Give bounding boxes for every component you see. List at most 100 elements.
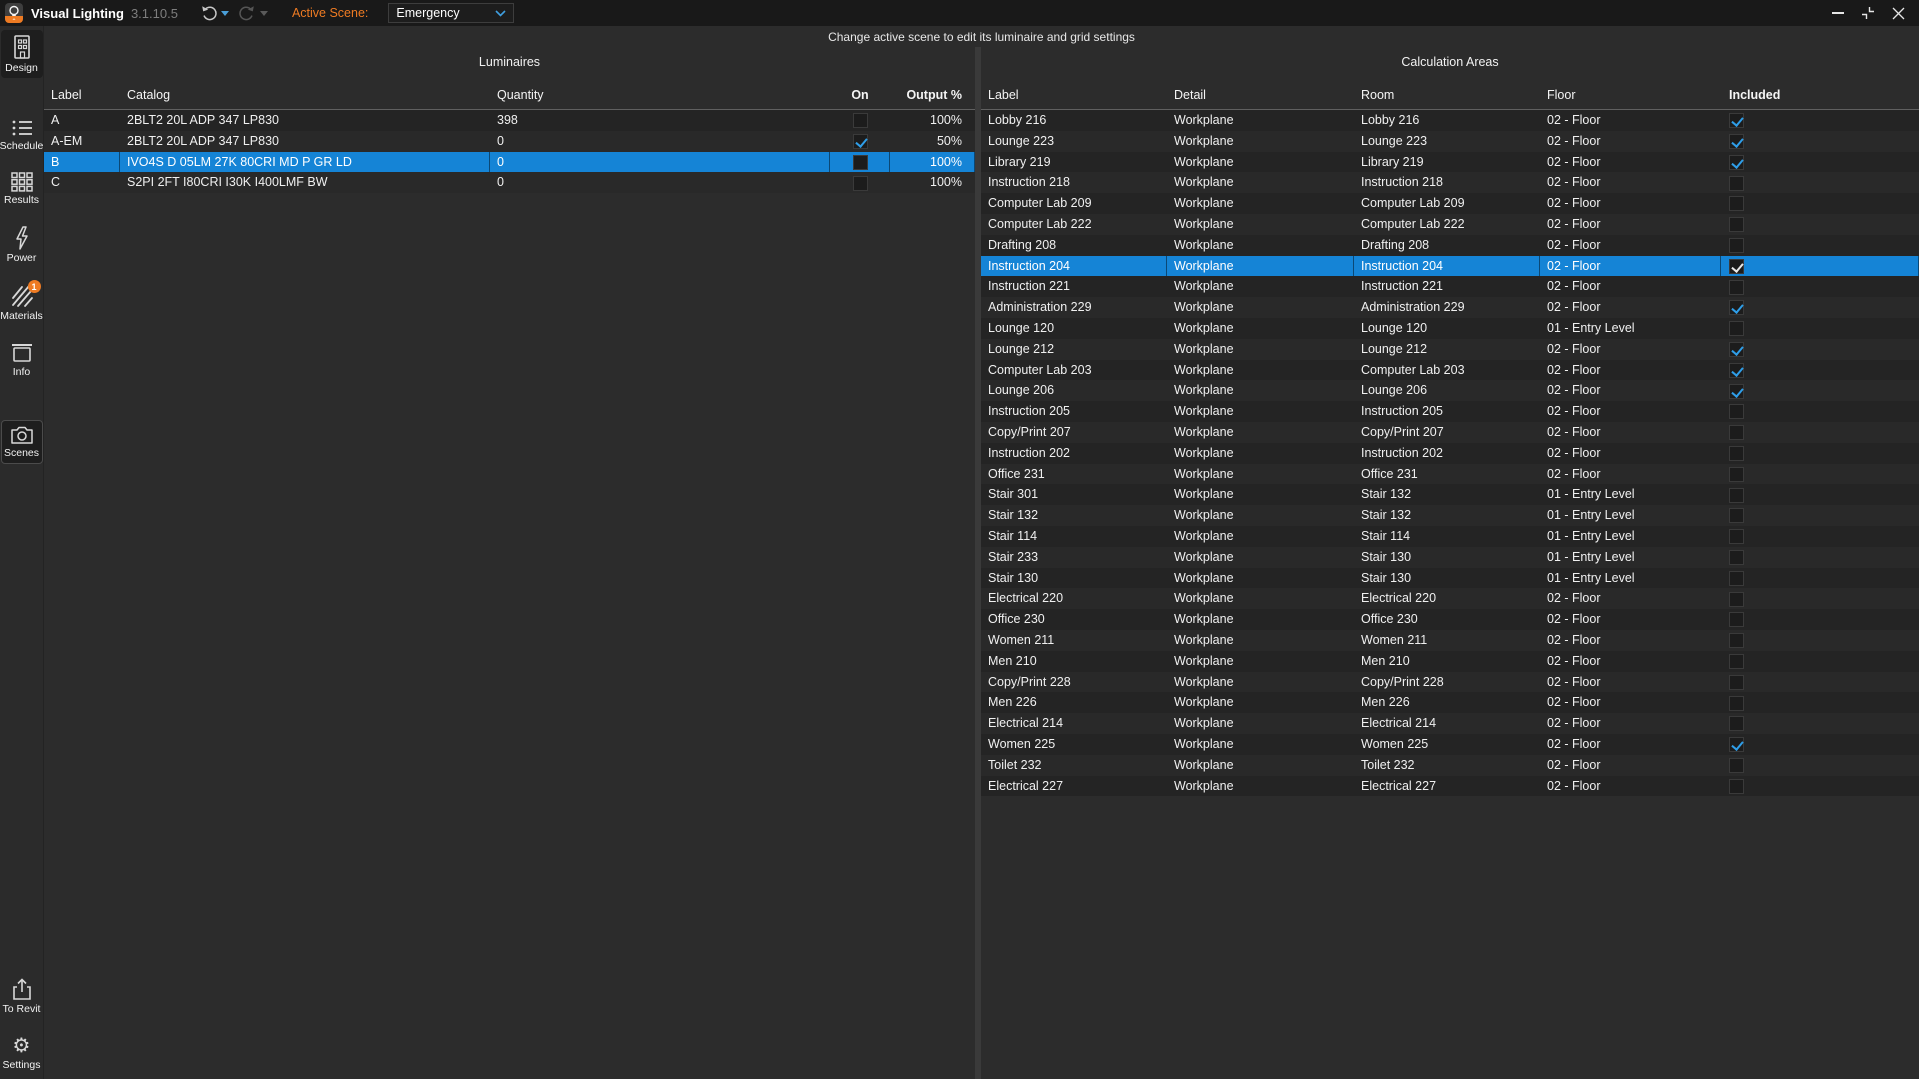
calc-area-row[interactable]: Lobby 216WorkplaneLobby 21602 - Floor xyxy=(981,110,1919,131)
calc-area-row[interactable]: Copy/Print 228WorkplaneCopy/Print 22802 … xyxy=(981,672,1919,693)
sidebar-item-results[interactable]: Results xyxy=(1,168,43,210)
luminaire-row[interactable]: A-EM2BLT2 20L ADP 347 LP830050% xyxy=(44,131,975,152)
calc-area-row[interactable]: Toilet 232WorkplaneToilet 23202 - Floor xyxy=(981,755,1919,776)
calc-area-row[interactable]: Instruction 204WorkplaneInstruction 2040… xyxy=(981,256,1919,277)
included-checkbox[interactable] xyxy=(1729,779,1744,794)
included-checkbox[interactable] xyxy=(1729,675,1744,690)
calc-area-row[interactable]: Drafting 208WorkplaneDrafting 20802 - Fl… xyxy=(981,235,1919,256)
redo-button[interactable] xyxy=(239,5,268,22)
luminaire-row[interactable]: BIVO4S D 05LM 27K 80CRI MD P GR LD0100% xyxy=(44,152,975,173)
calc-area-row[interactable]: Lounge 120WorkplaneLounge 12001 - Entry … xyxy=(981,318,1919,339)
luminaire-quantity[interactable]: 0 xyxy=(490,152,830,173)
calc-area-row[interactable]: Computer Lab 203WorkplaneComputer Lab 20… xyxy=(981,360,1919,381)
included-checkbox[interactable] xyxy=(1729,425,1744,440)
column-header-label[interactable]: Label xyxy=(981,88,1167,102)
included-checkbox[interactable] xyxy=(1729,404,1744,419)
included-checkbox[interactable] xyxy=(1729,550,1744,565)
included-checkbox[interactable] xyxy=(1729,654,1744,669)
included-checkbox[interactable] xyxy=(1729,446,1744,461)
included-checkbox[interactable] xyxy=(1729,737,1744,752)
calc-area-row[interactable]: Electrical 214WorkplaneElectrical 21402 … xyxy=(981,713,1919,734)
column-header-label[interactable]: Label xyxy=(44,88,120,102)
on-checkbox[interactable] xyxy=(853,113,868,128)
included-checkbox[interactable] xyxy=(1729,134,1744,149)
included-checkbox[interactable] xyxy=(1729,217,1744,232)
calc-area-row[interactable]: Lounge 206WorkplaneLounge 20602 - Floor xyxy=(981,380,1919,401)
sidebar-item-schedule[interactable]: Schedule xyxy=(1,114,43,156)
on-checkbox[interactable] xyxy=(853,134,868,149)
included-checkbox[interactable] xyxy=(1729,259,1744,274)
luminaire-output[interactable]: 100% xyxy=(890,110,975,131)
undo-dropdown-icon[interactable] xyxy=(221,11,229,16)
included-checkbox[interactable] xyxy=(1729,467,1744,482)
included-checkbox[interactable] xyxy=(1729,155,1744,170)
included-checkbox[interactable] xyxy=(1729,196,1744,211)
luminaire-quantity[interactable]: 0 xyxy=(490,172,830,193)
included-checkbox[interactable] xyxy=(1729,529,1744,544)
active-scene-select[interactable]: Emergency xyxy=(388,3,514,23)
calc-area-row[interactable]: Men 210WorkplaneMen 21002 - Floor xyxy=(981,651,1919,672)
included-checkbox[interactable] xyxy=(1729,488,1744,503)
luminaire-output[interactable]: 50% xyxy=(890,131,975,152)
calc-area-row[interactable]: Electrical 227WorkplaneElectrical 22702 … xyxy=(981,776,1919,797)
included-checkbox[interactable] xyxy=(1729,384,1744,399)
on-checkbox[interactable] xyxy=(853,176,868,191)
column-header-on[interactable]: On xyxy=(830,88,890,102)
redo-dropdown-icon[interactable] xyxy=(260,11,268,16)
calc-area-row[interactable]: Administration 229WorkplaneAdministratio… xyxy=(981,297,1919,318)
luminaire-row[interactable]: A2BLT2 20L ADP 347 LP830398100% xyxy=(44,110,975,131)
calc-area-row[interactable]: Computer Lab 209WorkplaneComputer Lab 20… xyxy=(981,193,1919,214)
calc-area-row[interactable]: Electrical 220WorkplaneElectrical 22002 … xyxy=(981,588,1919,609)
calc-area-row[interactable]: Office 231WorkplaneOffice 23102 - Floor xyxy=(981,464,1919,485)
calc-area-row[interactable]: Stair 132WorkplaneStair 13201 - Entry Le… xyxy=(981,505,1919,526)
calc-area-row[interactable]: Instruction 218WorkplaneInstruction 2180… xyxy=(981,172,1919,193)
included-checkbox[interactable] xyxy=(1729,592,1744,607)
included-checkbox[interactable] xyxy=(1729,342,1744,357)
included-checkbox[interactable] xyxy=(1729,238,1744,253)
undo-button[interactable] xyxy=(200,5,229,22)
included-checkbox[interactable] xyxy=(1729,508,1744,523)
column-header-detail[interactable]: Detail xyxy=(1167,88,1354,102)
included-checkbox[interactable] xyxy=(1729,633,1744,648)
luminaire-quantity[interactable]: 0 xyxy=(490,131,830,152)
column-header-included[interactable]: Included xyxy=(1721,88,1919,102)
sidebar-item-settings[interactable]: ⚙ Settings xyxy=(1,1031,43,1075)
luminaire-output[interactable]: 100% xyxy=(890,172,975,193)
calc-area-row[interactable]: Women 211WorkplaneWomen 21102 - Floor xyxy=(981,630,1919,651)
included-checkbox[interactable] xyxy=(1729,113,1744,128)
included-checkbox[interactable] xyxy=(1729,696,1744,711)
included-checkbox[interactable] xyxy=(1729,571,1744,586)
calc-area-row[interactable]: Instruction 202WorkplaneInstruction 2020… xyxy=(981,443,1919,464)
calc-area-row[interactable]: Stair 233WorkplaneStair 13001 - Entry Le… xyxy=(981,547,1919,568)
calc-area-row[interactable]: Instruction 221WorkplaneInstruction 2210… xyxy=(981,276,1919,297)
sidebar-item-design[interactable]: Design xyxy=(1,30,43,78)
included-checkbox[interactable] xyxy=(1729,363,1744,378)
included-checkbox[interactable] xyxy=(1729,280,1744,295)
luminaire-quantity[interactable]: 398 xyxy=(490,110,830,131)
calc-area-row[interactable]: Copy/Print 207WorkplaneCopy/Print 20702 … xyxy=(981,422,1919,443)
included-checkbox[interactable] xyxy=(1729,612,1744,627)
included-checkbox[interactable] xyxy=(1729,716,1744,731)
minimize-button[interactable] xyxy=(1831,6,1845,20)
calc-area-row[interactable]: Stair 114WorkplaneStair 11401 - Entry Le… xyxy=(981,526,1919,547)
sidebar-item-to-revit[interactable]: To Revit xyxy=(1,973,43,1019)
column-header-floor[interactable]: Floor xyxy=(1540,88,1721,102)
calc-area-row[interactable]: Lounge 223WorkplaneLounge 22302 - Floor xyxy=(981,131,1919,152)
calc-area-row[interactable]: Lounge 212WorkplaneLounge 21202 - Floor xyxy=(981,339,1919,360)
on-checkbox[interactable] xyxy=(853,155,868,170)
included-checkbox[interactable] xyxy=(1729,321,1744,336)
calc-area-row[interactable]: Women 225WorkplaneWomen 22502 - Floor xyxy=(981,734,1919,755)
sidebar-item-power[interactable]: Power xyxy=(1,222,43,268)
column-header-output[interactable]: Output % xyxy=(890,88,975,102)
sidebar-item-materials[interactable]: 1 Materials xyxy=(1,280,43,326)
calc-area-row[interactable]: Office 230WorkplaneOffice 23002 - Floor xyxy=(981,609,1919,630)
column-header-catalog[interactable]: Catalog xyxy=(120,88,490,102)
close-button[interactable] xyxy=(1891,6,1905,20)
calc-area-row[interactable]: Stair 130WorkplaneStair 13001 - Entry Le… xyxy=(981,568,1919,589)
luminaire-row[interactable]: CS2PI 2FT I80CRI I30K I400LMF BW0100% xyxy=(44,172,975,193)
calc-area-row[interactable]: Computer Lab 222WorkplaneComputer Lab 22… xyxy=(981,214,1919,235)
calc-area-row[interactable]: Library 219WorkplaneLibrary 21902 - Floo… xyxy=(981,152,1919,173)
luminaire-output[interactable]: 100% xyxy=(890,152,975,173)
column-header-room[interactable]: Room xyxy=(1354,88,1540,102)
calc-area-row[interactable]: Stair 301WorkplaneStair 13201 - Entry Le… xyxy=(981,484,1919,505)
